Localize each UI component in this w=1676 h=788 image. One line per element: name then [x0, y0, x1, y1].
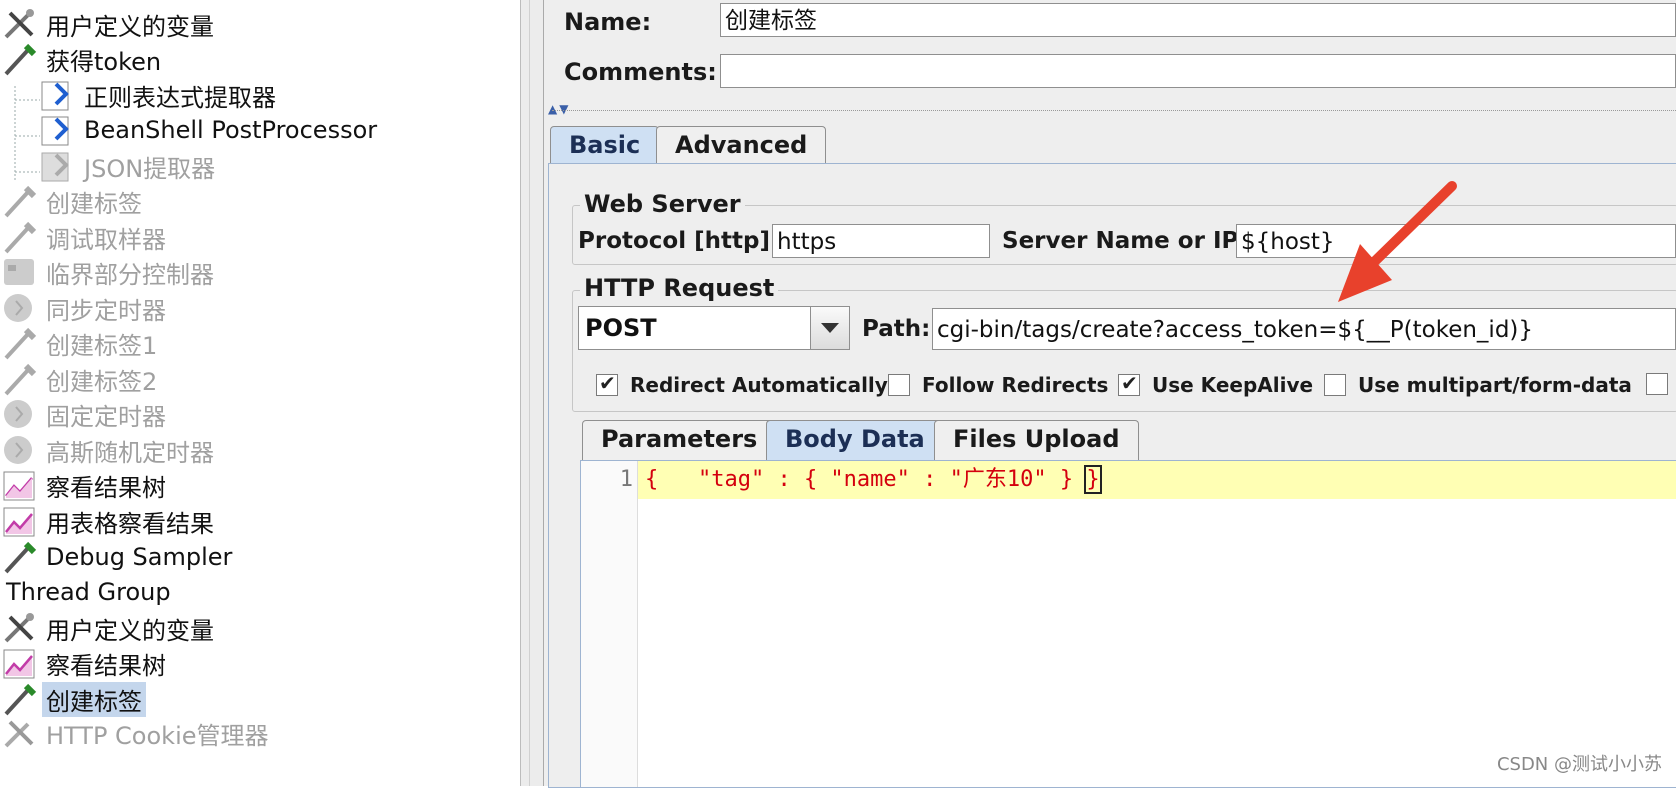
- tree-item-thread-group[interactable]: Thread Group: [6, 575, 171, 609]
- pipette-sampler-icon: [2, 362, 38, 396]
- tree-item-view-results-tree[interactable]: 察看结果树: [2, 468, 166, 502]
- tree-item-create-tag-selected[interactable]: 创建标签: [2, 681, 146, 717]
- server-name-label: Server Name or IP:: [1002, 228, 1248, 254]
- tree-item-constant-timer[interactable]: 固定定时器: [2, 397, 166, 431]
- split-pane-divider[interactable]: [520, 0, 544, 786]
- body-data-editor[interactable]: 1 { "tag" : { "name" : "广东10" } }: [580, 460, 1676, 788]
- tree-item-debug-sampler-cn[interactable]: 调试取样器: [2, 220, 166, 254]
- body-json-code[interactable]: { "tag" : { "name" : "广东10" } }: [645, 465, 1102, 495]
- tree-item-beanshell-postprocessor[interactable]: BeanShell PostProcessor: [40, 113, 377, 147]
- follow-redirects-checkbox[interactable]: Follow Redirects: [888, 373, 1108, 397]
- method-value: POST: [585, 314, 657, 342]
- use-keepalive-checkbox[interactable]: Use KeepAlive: [1118, 371, 1313, 397]
- checkbox-unchecked-icon: [888, 374, 910, 396]
- method-select[interactable]: POST: [578, 306, 850, 350]
- name-field[interactable]: 创建标签: [720, 3, 1676, 37]
- test-plan-tree: 用户定义的变量 获得token 正则表达式提取器 BeanShell PostP…: [0, 0, 520, 786]
- tree-item-create-tag-2[interactable]: 创建标签2: [2, 362, 157, 396]
- tree-item-debug-sampler[interactable]: Debug Sampler: [2, 540, 232, 574]
- tab-files-upload[interactable]: Files Upload: [934, 420, 1139, 460]
- extra-checkbox[interactable]: [1646, 373, 1676, 395]
- line-number: 1: [619, 467, 633, 492]
- chart-listener-icon: [2, 504, 38, 538]
- chart-listener-icon: [2, 468, 38, 502]
- pipette-sampler-icon: [2, 326, 38, 360]
- timer-icon: [2, 291, 38, 325]
- checkbox-checked-icon: [1118, 371, 1140, 396]
- server-name-field[interactable]: ${host}: [1236, 224, 1676, 258]
- timer-icon: [2, 397, 38, 431]
- tree-item-create-tag-disabled[interactable]: 创建标签: [2, 184, 142, 218]
- tree-item-json-extractor[interactable]: JSON提取器: [40, 149, 215, 183]
- comments-label: Comments:: [564, 58, 717, 86]
- caret-bracket: }: [1084, 465, 1102, 494]
- post-processor-icon: [40, 78, 76, 112]
- tab-basic[interactable]: Basic: [550, 126, 660, 164]
- tree-item-regex-extractor[interactable]: 正则表达式提取器: [40, 78, 276, 112]
- multipart-checkbox[interactable]: Use multipart/form-data: [1324, 373, 1632, 397]
- protocol-label: Protocol [http]:: [578, 228, 780, 254]
- checkbox-unchecked-icon: [1324, 374, 1346, 396]
- tree-item-get-token[interactable]: 获得token: [2, 42, 161, 76]
- pipette-sampler-icon: [2, 220, 38, 254]
- timer-icon: [2, 433, 38, 467]
- watermark: CSDN @测试小小苏: [1496, 754, 1662, 775]
- path-field[interactable]: cgi-bin/tags/create?access_token=${__P(t…: [932, 308, 1676, 350]
- post-processor-icon: [40, 113, 76, 147]
- pipette-sampler-icon: [2, 42, 38, 76]
- tab-parameters[interactable]: Parameters: [582, 420, 777, 460]
- tab-body-data[interactable]: Body Data: [766, 420, 944, 460]
- tree-item-cookie-manager[interactable]: HTTP Cookie管理器: [2, 716, 269, 750]
- chevron-down-icon[interactable]: [810, 307, 849, 349]
- pipette-sampler-icon: [2, 540, 38, 574]
- name-label: Name:: [564, 8, 652, 36]
- wrench-screwdriver-icon: [2, 611, 38, 645]
- editor-gutter: 1: [581, 461, 638, 787]
- tree-item-view-results-table[interactable]: 用表格察看结果: [2, 504, 214, 538]
- tab-advanced[interactable]: Advanced: [656, 126, 827, 164]
- checkbox-checked-icon: [596, 371, 618, 396]
- http-request-title: HTTP Request: [580, 274, 779, 302]
- tree-item-sync-timer[interactable]: 同步定时器: [2, 291, 166, 325]
- tree-item-gaussian-timer[interactable]: 高斯随机定时器: [2, 433, 214, 467]
- tree-item-user-variables[interactable]: 用户定义的变量: [2, 7, 214, 41]
- separator: [552, 110, 1676, 111]
- comments-field[interactable]: [720, 54, 1676, 88]
- protocol-field[interactable]: https: [772, 224, 990, 258]
- tree-item-user-variables-2[interactable]: 用户定义的变量: [2, 611, 214, 645]
- tree-connector-lines: [14, 86, 40, 180]
- tree-item-view-results-tree-2[interactable]: 察看结果树: [2, 646, 166, 680]
- post-processor-icon: [40, 149, 76, 183]
- web-server-title: Web Server: [580, 190, 745, 218]
- checkbox-unchecked-icon: [1646, 373, 1668, 395]
- controller-icon: [2, 255, 38, 289]
- tree-item-create-tag-1[interactable]: 创建标签1: [2, 326, 157, 360]
- chart-listener-icon: [2, 646, 38, 680]
- pipette-sampler-icon: [2, 184, 38, 218]
- wrench-screwdriver-icon: [2, 7, 38, 41]
- path-label: Path:: [862, 316, 931, 342]
- collapse-arrows-icon[interactable]: ▲▼: [548, 102, 570, 116]
- wrench-screwdriver-icon: [2, 716, 38, 750]
- divider-grip: [529, 0, 534, 786]
- pipette-sampler-icon: [2, 682, 38, 716]
- tree-item-critical-section-controller[interactable]: 临界部分控制器: [2, 255, 214, 289]
- redirect-auto-checkbox[interactable]: Redirect Automatically: [596, 371, 888, 397]
